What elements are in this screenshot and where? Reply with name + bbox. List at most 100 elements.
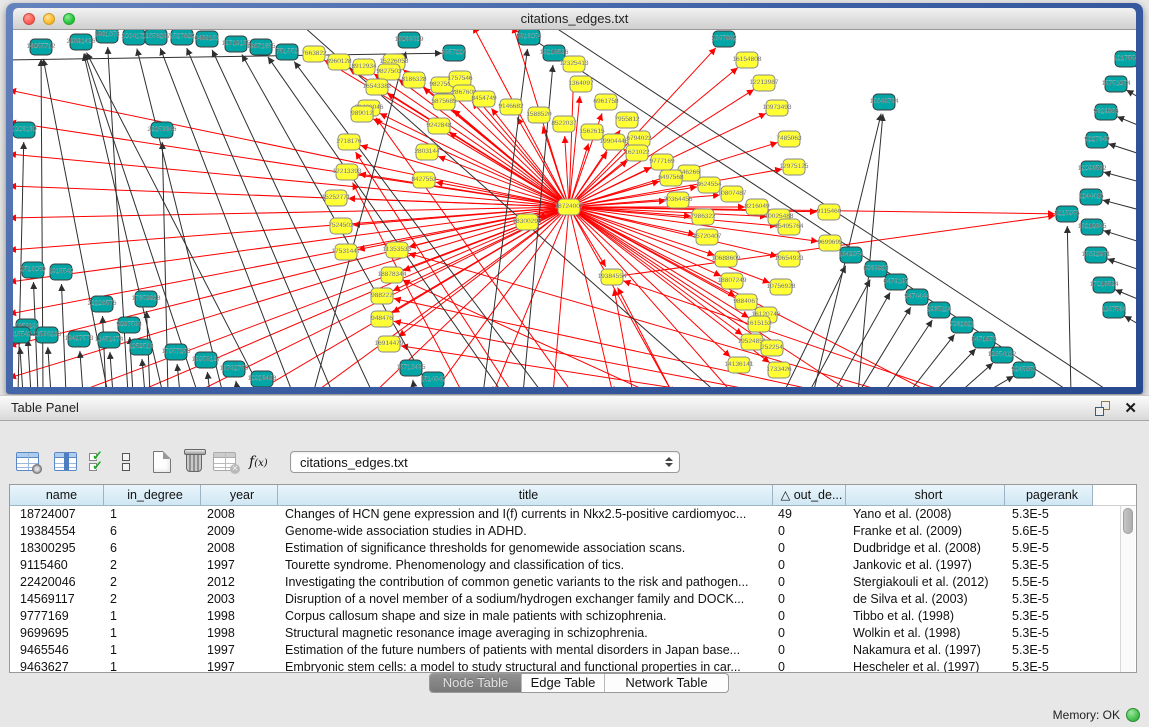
- column-header-2[interactable]: year: [201, 485, 278, 506]
- graph-edge[interactable]: [1126, 90, 1136, 98]
- table-row[interactable]: 1938455462009Genome-wide association stu…: [10, 523, 1136, 540]
- graph-edge[interactable]: [1108, 144, 1136, 154]
- graph-edge[interactable]: [1124, 316, 1136, 325]
- close-panel-icon[interactable]: ✕: [1124, 401, 1137, 416]
- table-panel-title: Table Panel: [11, 400, 79, 415]
- graph-edge[interactable]: [1067, 226, 1071, 387]
- new-table-button[interactable]: [153, 448, 171, 475]
- table-cell: 1998: [201, 608, 278, 625]
- graph-edge[interactable]: [207, 372, 210, 387]
- column-header-3[interactable]: title: [278, 485, 773, 506]
- graph-node-label: 7485063: [776, 135, 802, 142]
- table-cell: 5.6E-5: [1005, 523, 1093, 540]
- table-cell: Embryonic stem cells: a model to study s…: [278, 659, 773, 673]
- graph-edge[interactable]: [28, 339, 31, 387]
- graph-edge[interactable]: [1104, 172, 1136, 182]
- graph-edge[interactable]: [553, 207, 569, 387]
- graph-edge[interactable]: [236, 381, 238, 387]
- graph-edge[interactable]: [1117, 117, 1136, 126]
- column-visibility-button[interactable]: [54, 448, 77, 475]
- function-builder-button[interactable]: f(x): [249, 448, 268, 475]
- table-row[interactable]: 946362711997Embryonic stem cells: a mode…: [10, 659, 1136, 673]
- graph-edge[interactable]: [356, 152, 513, 387]
- table-cell: Tourette syndrome. Phenomenology and cla…: [278, 557, 773, 574]
- graph-edge[interactable]: [883, 320, 932, 387]
- graph-edge[interactable]: [142, 359, 145, 387]
- vertical-scrollbar[interactable]: [1120, 506, 1135, 672]
- graph-edge[interactable]: [618, 288, 673, 387]
- float-panel-icon[interactable]: [1095, 401, 1110, 416]
- row-height-button[interactable]: [122, 448, 130, 475]
- network-graph[interactable]: 1405571220891406186165320641721065328715…: [13, 30, 1136, 387]
- graph-edge[interactable]: [1115, 290, 1136, 300]
- graph-edge[interactable]: [373, 119, 569, 207]
- column-header-1[interactable]: in_degree: [104, 485, 201, 506]
- graph-edge[interactable]: [1103, 200, 1136, 210]
- table-row[interactable]: 977716911998Corpus callosum shape and si…: [10, 608, 1136, 625]
- table-cell: 0: [773, 523, 846, 540]
- graph-edge[interactable]: [1103, 231, 1136, 242]
- table-cell: 0: [773, 642, 846, 659]
- window-title: citations_edges.txt: [13, 8, 1136, 30]
- tab-network-table[interactable]: Network Table: [605, 674, 728, 692]
- graph-edge[interactable]: [614, 289, 633, 387]
- graph-edge[interactable]: [1135, 66, 1136, 70]
- table-cell: 2008: [201, 540, 278, 557]
- tab-node-table[interactable]: Node Table: [430, 674, 522, 692]
- column-header-5[interactable]: short: [846, 485, 1005, 506]
- delete-table-button[interactable]: [186, 448, 202, 475]
- scrollbar-thumb[interactable]: [1123, 508, 1133, 534]
- graph-node-label: 19427573: [65, 335, 94, 342]
- graph-node-label: 8960128: [326, 58, 352, 65]
- column-header-6[interactable]: pagerank: [1005, 485, 1093, 506]
- graph-edge[interactable]: [20, 347, 23, 387]
- table-row[interactable]: 1830029562008Estimation of significance …: [10, 540, 1136, 557]
- graph-node-label: 6466161: [194, 35, 220, 42]
- table-settings-button[interactable]: [16, 448, 39, 475]
- graph-edge[interactable]: [13, 53, 442, 60]
- graph-edge[interactable]: [1107, 259, 1136, 270]
- graph-edge[interactable]: [361, 145, 569, 207]
- table-cell: 5.3E-5: [1005, 557, 1093, 574]
- table-row[interactable]: 1872400712008Changes of HCN gene express…: [10, 506, 1136, 523]
- graph-edge[interactable]: [413, 380, 415, 387]
- select-rows-button[interactable]: ✓✓: [89, 448, 109, 475]
- column-header-0[interactable]: name: [10, 485, 104, 506]
- table-row[interactable]: 969969511998Structural magnetic resonanc…: [10, 625, 1136, 642]
- graph-node-label: 8186328: [401, 76, 427, 83]
- table-cell: 1997: [201, 557, 278, 574]
- graph-node-label: 7524502: [328, 222, 354, 229]
- graph-node-label: 1244415: [1078, 193, 1104, 200]
- table-row[interactable]: 946554611997Estimation of the future num…: [10, 642, 1136, 659]
- graph-edge[interactable]: [958, 363, 993, 387]
- graph-edge[interactable]: [13, 154, 569, 207]
- graph-edge[interactable]: [833, 292, 890, 387]
- graph-node-label: 9329966: [1093, 108, 1119, 115]
- graph-edge[interactable]: [983, 376, 1014, 387]
- graph-edge[interactable]: [48, 347, 51, 387]
- graph-edge[interactable]: [177, 364, 180, 387]
- table-row[interactable]: 1456911722003Disruption of a novel membe…: [10, 591, 1136, 608]
- window-titlebar[interactable]: citations_edges.txt: [13, 8, 1136, 30]
- table-cell: 0: [773, 591, 846, 608]
- graph-edge[interactable]: [13, 207, 569, 218]
- column-header-4[interactable]: △ out_de...: [773, 485, 846, 506]
- graph-node-label: 19904448: [600, 138, 629, 145]
- graph-edge[interactable]: [13, 122, 569, 207]
- graph-node-label: 16914479: [375, 340, 404, 347]
- table-row[interactable]: 911546021997Tourette syndrome. Phenomeno…: [10, 557, 1136, 574]
- graph-node-label: 9699695: [817, 239, 843, 246]
- tab-edge-table[interactable]: Edge Table: [522, 674, 605, 692]
- network-canvas[interactable]: 1405571220891406186165320641721065328715…: [13, 30, 1136, 387]
- graph-edge[interactable]: [569, 207, 770, 283]
- graph-edge[interactable]: [394, 321, 773, 387]
- graph-edge[interactable]: [13, 207, 569, 250]
- graph-edge[interactable]: [858, 307, 911, 387]
- table-selector-dropdown[interactable]: citations_edges.txt: [290, 451, 680, 473]
- table-row[interactable]: 2242004622012Investigating the contribut…: [10, 574, 1136, 591]
- graph-edge[interactable]: [110, 352, 113, 387]
- graph-edge[interactable]: [569, 201, 666, 207]
- graph-node-label: 15252771: [322, 194, 351, 201]
- graph-node-label: 16543382: [363, 83, 392, 90]
- table-cell: 0: [773, 608, 846, 625]
